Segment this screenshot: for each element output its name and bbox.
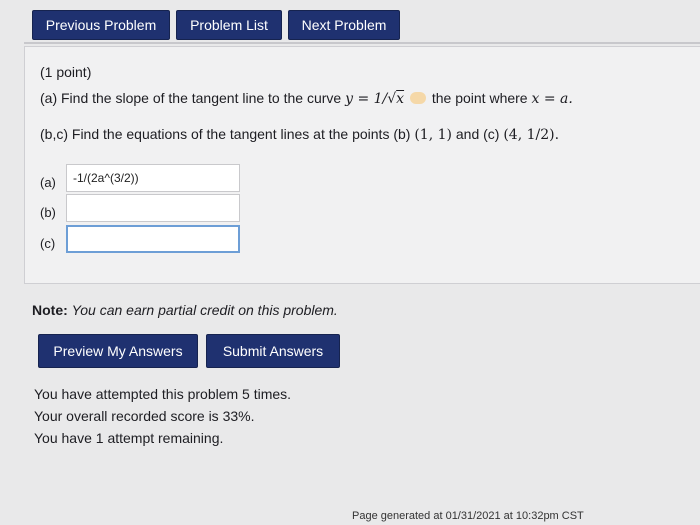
- part-a-equation: y = 1/√x: [345, 91, 405, 107]
- part-bc-and: and (c): [455, 126, 500, 142]
- next-problem-button[interactable]: Next Problem: [288, 10, 400, 40]
- partial-credit-note: Note: You can earn partial credit on thi…: [32, 302, 338, 318]
- note-text: You can earn partial credit on this prob…: [71, 302, 338, 318]
- point-c: (4, 1/2).: [503, 127, 560, 143]
- problem-points: (1 point): [40, 64, 92, 80]
- answer-field-b[interactable]: [66, 194, 240, 222]
- page-generated-footer: Page generated at 01/31/2021 at 10:32pm …: [352, 510, 584, 522]
- remaining-status: You have 1 attempt remaining.: [34, 430, 224, 446]
- preview-answers-button[interactable]: Preview My Answers: [38, 334, 198, 368]
- answer-field-c[interactable]: [66, 225, 240, 253]
- score-status: Your overall recorded score is 33%.: [34, 408, 255, 424]
- obscured-text: [409, 92, 426, 104]
- part-a-condition: x = a.: [531, 91, 573, 107]
- answer-label-c: (c): [40, 236, 56, 251]
- attempts-status: You have attempted this problem 5 times.: [34, 386, 292, 402]
- submit-answers-button[interactable]: Submit Answers: [206, 334, 340, 368]
- part-a-suffix: the point where: [431, 90, 528, 106]
- header-divider: [24, 42, 700, 44]
- answer-field-a[interactable]: [66, 164, 240, 192]
- problem-part-a: (a) Find the slope of the tangent line t…: [40, 90, 573, 107]
- point-b: (1, 1): [414, 127, 452, 143]
- part-bc-prefix: (b,c) Find the equations of the tangent …: [40, 126, 411, 142]
- answer-label-b: (b): [40, 205, 56, 220]
- answer-label-a: (a): [40, 175, 56, 190]
- problem-list-button[interactable]: Problem List: [176, 10, 282, 40]
- note-label: Note:: [32, 302, 68, 318]
- previous-problem-button[interactable]: Previous Problem: [32, 10, 170, 40]
- part-a-prefix: (a) Find the slope of the tangent line t…: [40, 90, 342, 106]
- problem-part-bc: (b,c) Find the equations of the tangent …: [40, 126, 559, 143]
